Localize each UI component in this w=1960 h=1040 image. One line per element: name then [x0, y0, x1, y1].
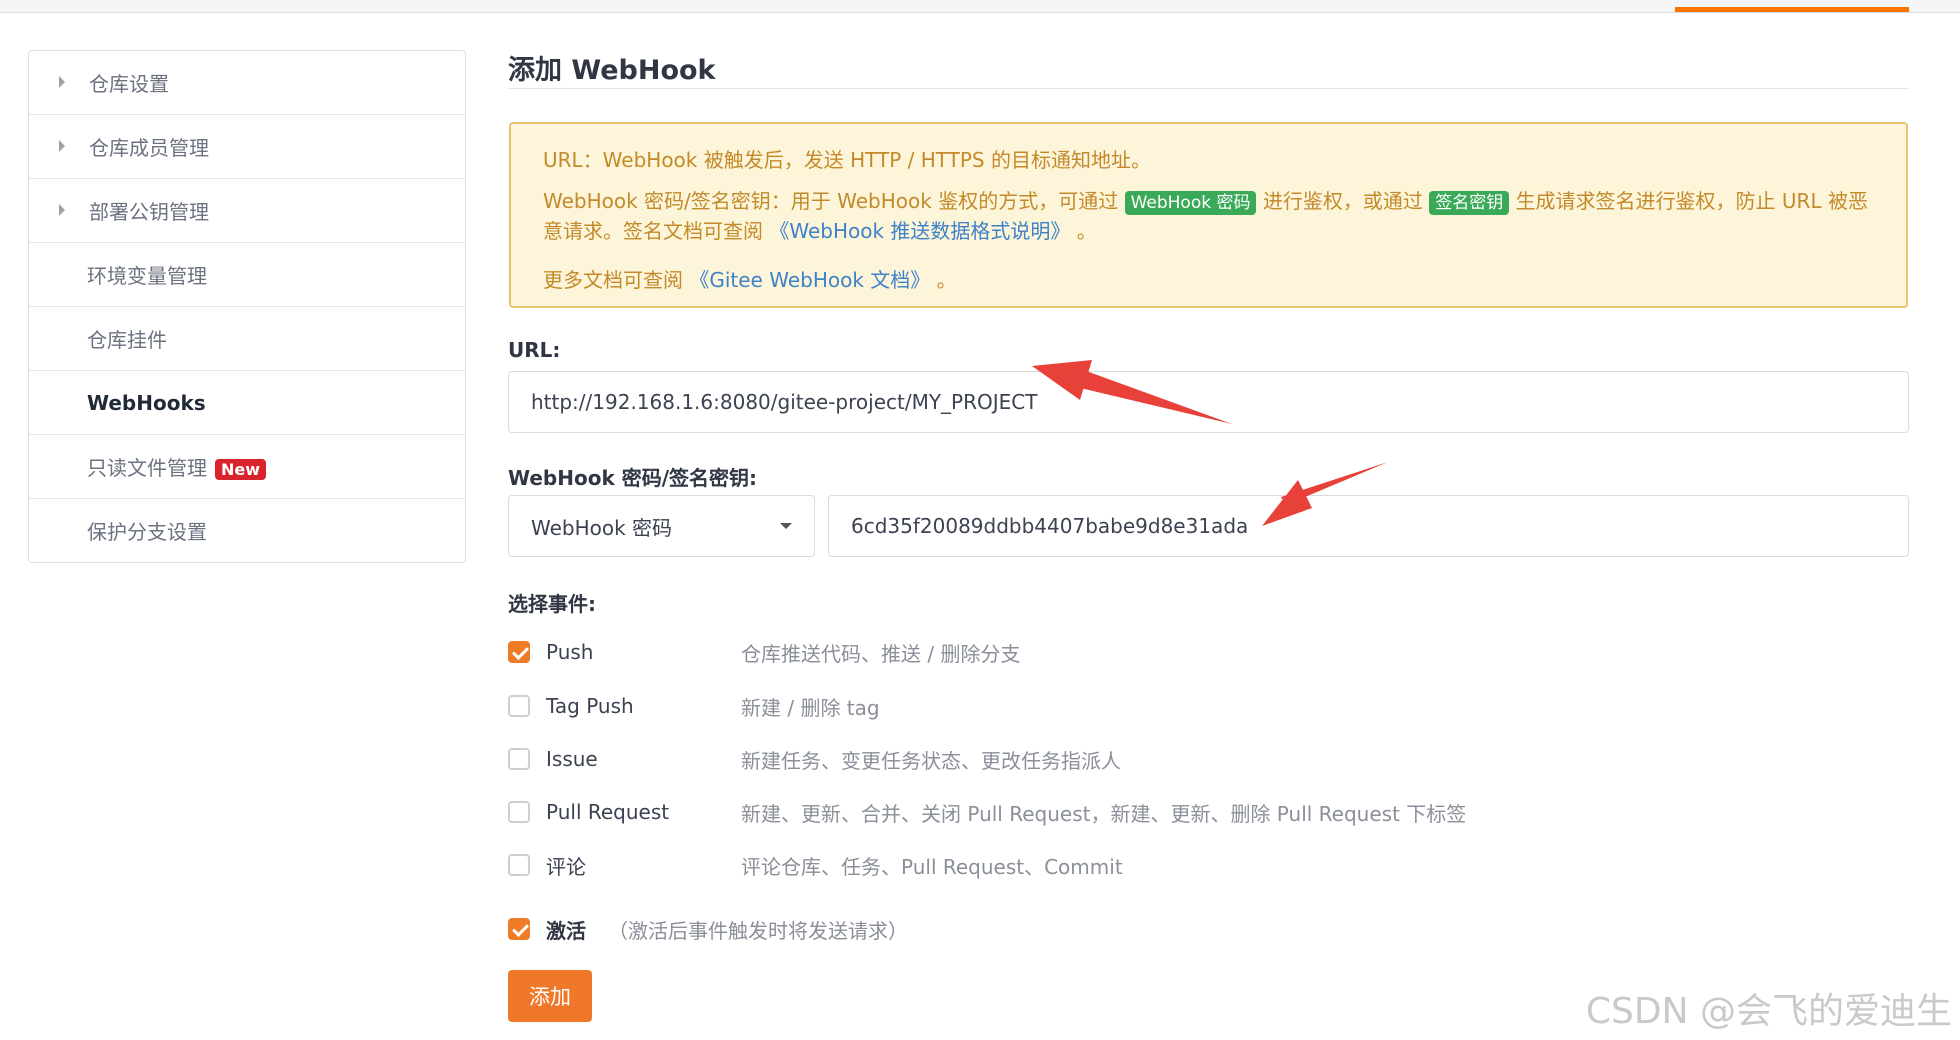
sidebar-item-widgets[interactable]: 仓库挂件 [29, 307, 465, 371]
event-push[interactable]: Push 仓库推送代码、推送 / 删除分支 [508, 637, 1020, 667]
event-pull-request[interactable]: Pull Request 新建、更新、合并、关闭 Pull Request，新建… [508, 797, 1466, 827]
secret-input-value: 6cd35f20089ddbb4407babe9d8e31ada [851, 514, 1249, 538]
format-doc-link[interactable]: 《WebHook 推送数据格式说明》 [769, 219, 1070, 243]
sidebar-item-label: 仓库成员管理 [89, 136, 209, 160]
sidebar-item-label: WebHooks [87, 390, 206, 415]
info-notice: URL：WebHook 被触发后，发送 HTTP / HTTPS 的目标通知地址… [509, 122, 1908, 308]
sidebar-item-protected-branches[interactable]: 保护分支设置 [29, 499, 465, 562]
secret-type-select[interactable]: WebHook 密码 [508, 495, 815, 557]
event-issue[interactable]: Issue 新建任务、变更任务状态、更改任务指派人 [508, 744, 1121, 774]
event-name: 评论 [546, 854, 586, 879]
event-name: Issue [546, 747, 598, 771]
event-name: Tag Push [546, 694, 634, 718]
activate-hint: （激活后事件触发时将发送请求） [608, 918, 908, 943]
sidebar-item-text: 只读文件管理 [87, 456, 207, 480]
sidebar-item-env-vars[interactable]: 环境变量管理 [29, 243, 465, 307]
secret-label: WebHook 密码/签名密钥: [508, 466, 758, 490]
checkbox-push[interactable] [508, 641, 530, 663]
event-desc: 仓库推送代码、推送 / 删除分支 [741, 641, 1021, 666]
secret-tag: 签名密钥 [1429, 191, 1510, 215]
url-input[interactable]: http://192.168.1.6:8080/gitee-project/MY… [508, 371, 1909, 433]
sidebar-item-label: 仓库设置 [89, 72, 169, 96]
notice-text: 更多文档可查阅 [543, 268, 683, 292]
activate-label: 激活 [546, 918, 586, 943]
activate-option[interactable]: 激活 （激活后事件触发时将发送请求） [508, 914, 908, 944]
sidebar-item-deploy-keys[interactable]: 部署公钥管理 [29, 179, 465, 243]
password-tag: WebHook 密码 [1124, 191, 1257, 215]
event-comment[interactable]: 评论 评论仓库、任务、Pull Request、Commit [508, 850, 1123, 880]
sidebar-item-label: 保护分支设置 [87, 520, 207, 544]
event-desc: 新建 / 删除 tag [741, 695, 880, 720]
sidebar-item-repo-settings[interactable]: 仓库设置 [29, 51, 465, 115]
secret-input[interactable]: 6cd35f20089ddbb4407babe9d8e31ada [828, 495, 1909, 557]
top-bar [0, 0, 1960, 13]
sidebar-item-label: 环境变量管理 [87, 264, 207, 288]
caret-right-icon [59, 140, 65, 152]
event-desc: 新建、更新、合并、关闭 Pull Request，新建、更新、删除 Pull R… [741, 801, 1467, 826]
watermark: CSDN @会飞的爱迪生 [1585, 991, 1952, 1032]
active-tab-indicator [1675, 7, 1909, 12]
checkbox-comment[interactable] [508, 854, 530, 876]
page-title: 添加 WebHook [508, 55, 716, 86]
sidebar-item-label: 只读文件管理 New [87, 452, 267, 481]
sidebar-item-label: 部署公钥管理 [89, 200, 209, 224]
notice-text: WebHook 密码/签名密钥：用于 WebHook 鉴权的方式，可通过 [543, 189, 1119, 213]
event-name: Push [546, 640, 594, 664]
event-name: Pull Request [546, 800, 670, 824]
checkbox-tag-push[interactable] [508, 695, 530, 717]
event-desc: 新建任务、变更任务状态、更改任务指派人 [741, 748, 1121, 773]
event-tag-push[interactable]: Tag Push 新建 / 删除 tag [508, 691, 880, 721]
secret-type-value: WebHook 密码 [531, 515, 673, 540]
events-label: 选择事件: [508, 592, 596, 616]
notice-text: 。 [936, 268, 957, 292]
notice-secret: WebHook 密码/签名密钥：用于 WebHook 鉴权的方式，可通过 Web… [543, 186, 1883, 246]
notice-text: 进行鉴权，或通过 [1262, 189, 1423, 213]
new-badge: New [215, 459, 267, 480]
notice-docs: 更多文档可查阅 《Gitee WebHook 文档》 。 [543, 264, 957, 293]
caret-right-icon [59, 76, 65, 88]
sidebar-item-webhooks[interactable]: WebHooks [29, 371, 465, 435]
add-button[interactable]: 添加 [508, 970, 592, 1022]
title-divider [508, 88, 1909, 89]
checkbox-activate[interactable] [508, 918, 530, 940]
checkbox-pull-request[interactable] [508, 801, 530, 823]
notice-text: 。 [1076, 219, 1097, 243]
notice-url: URL：WebHook 被触发后，发送 HTTP / HTTPS 的目标通知地址… [543, 148, 1151, 172]
url-input-value: http://192.168.1.6:8080/gitee-project/MY… [531, 390, 1038, 414]
checkbox-issue[interactable] [508, 748, 530, 770]
event-desc: 评论仓库、任务、Pull Request、Commit [741, 854, 1123, 879]
sidebar-item-members[interactable]: 仓库成员管理 [29, 115, 465, 179]
url-label: URL: [508, 338, 561, 362]
gitee-doc-link[interactable]: 《Gitee WebHook 文档》 [689, 268, 930, 292]
caret-right-icon [59, 204, 65, 216]
settings-sidebar: 仓库设置 仓库成员管理 部署公钥管理 环境变量管理 仓库挂件 WebHooks … [28, 50, 466, 563]
chevron-down-icon [780, 523, 792, 529]
sidebar-item-readonly-files[interactable]: 只读文件管理 New [29, 435, 465, 499]
sidebar-item-label: 仓库挂件 [87, 328, 167, 352]
